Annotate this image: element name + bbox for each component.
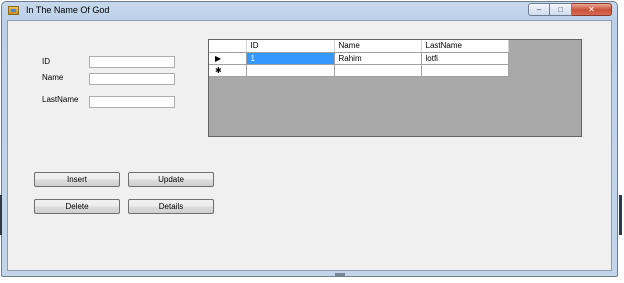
caption-buttons: – □ ✕ <box>528 3 612 16</box>
lastname-label: LastName <box>42 95 79 104</box>
grid-cell-lastname[interactable] <box>421 64 509 77</box>
new-row[interactable]: ✱ <box>209 64 509 77</box>
form-client-area: ID Name LastName ID Name LastName ▶ 1 Ra… <box>7 20 612 271</box>
grid-table: ID Name LastName ▶ 1 Rahim lotfi ✱ <box>209 40 509 77</box>
grid-cell-name[interactable]: Rahim <box>334 52 422 65</box>
grid-cell-lastname[interactable]: lotfi <box>421 52 509 65</box>
close-button[interactable]: ✕ <box>572 3 612 16</box>
id-field[interactable] <box>89 56 175 68</box>
close-icon: ✕ <box>588 4 595 14</box>
data-grid[interactable]: ID Name LastName ▶ 1 Rahim lotfi ✱ <box>208 39 582 137</box>
column-header-lastname[interactable]: LastName <box>421 40 509 53</box>
grid-cell-id[interactable] <box>246 64 335 77</box>
grid-cell-name[interactable] <box>334 64 422 77</box>
grid-corner-header <box>209 40 247 53</box>
name-label: Name <box>42 73 64 82</box>
id-label: ID <box>42 57 50 66</box>
minimize-button[interactable]: – <box>528 3 550 16</box>
right-edge-shadow <box>619 195 622 235</box>
table-row[interactable]: ▶ 1 Rahim lotfi <box>209 52 509 65</box>
current-row-indicator-icon[interactable]: ▶ <box>209 52 247 65</box>
grid-cell-id[interactable]: 1 <box>246 52 335 65</box>
window-title: In The Name Of God <box>26 5 110 15</box>
new-row-asterisk-icon[interactable]: ✱ <box>209 64 247 77</box>
details-button[interactable]: Details <box>128 199 214 214</box>
delete-button[interactable]: Delete <box>34 199 120 214</box>
maximize-button[interactable]: □ <box>550 3 572 16</box>
name-field[interactable] <box>89 73 175 85</box>
left-edge-shadow <box>0 195 2 235</box>
minimize-icon: – <box>536 4 542 14</box>
maximize-icon: □ <box>558 4 563 14</box>
grid-header-row: ID Name LastName <box>209 40 509 53</box>
main-window: In The Name Of God – □ ✕ ID Name LastNam… <box>1 1 618 277</box>
update-button[interactable]: Update <box>128 172 214 187</box>
title-bar[interactable]: In The Name Of God – □ ✕ <box>2 2 617 20</box>
insert-button[interactable]: Insert <box>34 172 120 187</box>
app-icon <box>8 6 19 15</box>
column-header-name[interactable]: Name <box>334 40 422 53</box>
column-header-id[interactable]: ID <box>246 40 335 53</box>
lastname-field[interactable] <box>89 96 175 108</box>
resize-grip[interactable] <box>335 273 345 276</box>
